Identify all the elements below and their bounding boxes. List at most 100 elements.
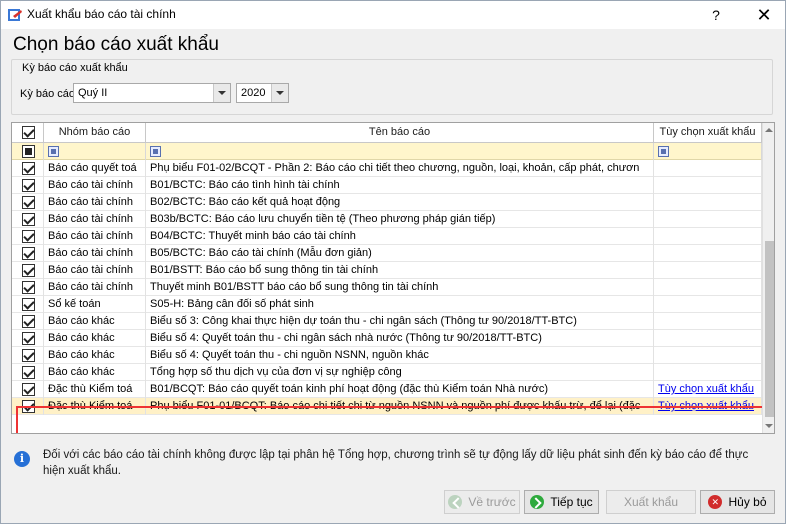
row-group-cell: Báo cáo tài chính [44,279,146,296]
row-name-cell: Biểu số 4: Quyết toán thu - chi nguồn NS… [146,347,654,364]
scroll-down-icon[interactable] [763,419,774,433]
page-title: Chọn báo cáo xuất khẩu [13,34,219,55]
row-group-cell: Báo cáo tài chính [44,228,146,245]
close-button[interactable]: ✕ [747,3,781,27]
row-checkbox[interactable] [22,281,35,294]
row-option-cell [654,194,762,211]
row-group-cell: Báo cáo tài chính [44,211,146,228]
row-name-cell: Tổng hợp số thu dịch vụ của đơn vị sự ng… [146,364,654,381]
row-checkbox[interactable] [22,349,35,362]
filter-cell-group [44,143,146,160]
header-group[interactable]: Nhóm báo cáo [44,123,146,143]
row-select-cell [12,381,44,398]
row-group-cell: Báo cáo khác [44,330,146,347]
arrow-right-icon [530,494,545,509]
filter-icon[interactable] [48,146,59,157]
row-select-cell [12,245,44,262]
row-checkbox[interactable] [22,383,35,396]
row-name-cell: Biểu số 4: Quyết toán thu - chi ngân sác… [146,330,654,347]
cancel-button-label: Hủy bỏ [728,495,767,509]
row-select-cell [12,398,44,415]
table-row[interactable]: Báo cáo khác Biểu số 4: Quyết toán thu - … [12,347,762,364]
report-grid: Nhóm báo cáo Tên báo cáo Tùy chọn xuất k… [11,122,775,434]
row-option-cell [654,347,762,364]
row-checkbox[interactable] [22,247,35,260]
row-option-cell [654,160,762,177]
row-checkbox[interactable] [22,213,35,226]
table-row[interactable]: Báo cáo quyết toá Phụ biểu F01-02/BCQT - … [12,160,762,177]
row-name-cell: Biểu số 3: Công khai thực hiện dự toán t… [146,313,654,330]
table-row[interactable]: Báo cáo khác Biểu số 3: Công khai thực hi… [12,313,762,330]
row-name-cell: B04/BCTC: Thuyết minh báo cáo tài chính [146,228,654,245]
table-row[interactable]: Báo cáo tài chính B05/BCTC: Báo cáo tài c… [12,245,762,262]
back-button[interactable]: Về trước [444,490,520,514]
chevron-down-icon[interactable] [271,84,288,102]
row-name-cell: Phụ biểu F01-01/BCQT: Báo cáo chi tiết c… [146,398,654,415]
export-button[interactable]: Xuất khẩu [606,490,696,514]
row-option-cell [654,330,762,347]
table-row[interactable]: Đặc thù Kiểm toá Phụ biểu F01-01/BCQT: Bá… [12,398,762,415]
filter-icon[interactable] [658,146,669,157]
row-name-cell: B01/BSTT: Báo cáo bổ sung thông tin tài … [146,262,654,279]
row-name-cell: Thuyết minh B01/BSTT báo cáo bổ sung thô… [146,279,654,296]
vertical-scrollbar[interactable] [762,123,774,433]
row-option-cell [654,262,762,279]
row-select-cell [12,279,44,296]
row-select-cell [12,347,44,364]
select-all-checkbox[interactable] [22,126,35,139]
row-checkbox[interactable] [22,298,35,311]
export-option-link[interactable]: Tùy chọn xuất khẩu [658,383,754,395]
row-checkbox[interactable] [22,196,35,209]
table-row[interactable]: Báo cáo khác Biểu số 4: Quyết toán thu - … [12,330,762,347]
row-checkbox[interactable] [22,366,35,379]
row-group-cell: Báo cáo khác [44,364,146,381]
info-note: Đối với các báo cáo tài chính không được… [43,449,749,477]
table-row[interactable]: Báo cáo tài chính B04/BCTC: Thuyết minh b… [12,228,762,245]
cancel-icon [708,494,723,509]
table-row[interactable]: Báo cáo tài chính B01/BCTC: Báo cáo tình … [12,177,762,194]
row-name-cell: Phụ biểu F01-02/BCQT - Phần 2: Báo cáo c… [146,160,654,177]
scroll-up-icon[interactable] [763,123,774,137]
next-button-label: Tiếp tục [550,495,593,509]
row-group-cell: Báo cáo quyết toá [44,160,146,177]
table-row[interactable]: Báo cáo tài chính Thuyết minh B01/BSTT bá… [12,279,762,296]
filter-select-checkbox[interactable] [22,145,35,158]
row-group-cell: Báo cáo khác [44,313,146,330]
row-select-cell [12,211,44,228]
row-name-cell: B02/BCTC: Báo cáo kết quả hoạt động [146,194,654,211]
year-select[interactable]: 2020 [236,83,289,103]
header-select-all[interactable] [12,123,44,143]
row-checkbox[interactable] [22,315,35,328]
period-group-label: Kỳ báo cáo xuất khẩu [20,62,130,74]
filter-cell-name [146,143,654,160]
cancel-button[interactable]: Hủy bỏ [700,490,775,514]
row-checkbox[interactable] [22,230,35,243]
row-option-cell [654,228,762,245]
table-row[interactable]: Sổ kế toán S05-H: Bảng cân đối số phát si… [12,296,762,313]
scroll-thumb[interactable] [765,241,774,417]
row-option-cell: Tùy chọn xuất khẩu [654,398,762,415]
row-checkbox[interactable] [22,332,35,345]
row-select-cell [12,194,44,211]
export-option-link[interactable]: Tùy chọn xuất khẩu [658,400,754,412]
quarter-select[interactable]: Quý II [73,83,231,103]
next-button[interactable]: Tiếp tục [524,490,599,514]
header-option[interactable]: Tùy chọn xuất khẩu [654,123,762,143]
header-name[interactable]: Tên báo cáo [146,123,654,143]
row-option-cell [654,211,762,228]
row-select-cell [12,228,44,245]
table-row[interactable]: Đặc thù Kiểm toá B01/BCQT: Báo cáo quyết … [12,381,762,398]
table-row[interactable]: Báo cáo khác Tổng hợp số thu dịch vụ của … [12,364,762,381]
row-checkbox[interactable] [22,264,35,277]
table-row[interactable]: Báo cáo tài chính B01/BSTT: Báo cáo bổ su… [12,262,762,279]
row-checkbox[interactable] [22,179,35,192]
filter-icon[interactable] [150,146,161,157]
row-option-cell: Tùy chọn xuất khẩu [654,381,762,398]
chevron-down-icon[interactable] [213,84,230,102]
row-checkbox[interactable] [22,400,35,413]
back-button-label: Về trước [468,495,516,509]
row-checkbox[interactable] [22,162,35,175]
help-button[interactable]: ? [701,3,731,27]
table-row[interactable]: Báo cáo tài chính B02/BCTC: Báo cáo kết q… [12,194,762,211]
table-row[interactable]: Báo cáo tài chính B03b/BCTC: Báo cáo lưu … [12,211,762,228]
